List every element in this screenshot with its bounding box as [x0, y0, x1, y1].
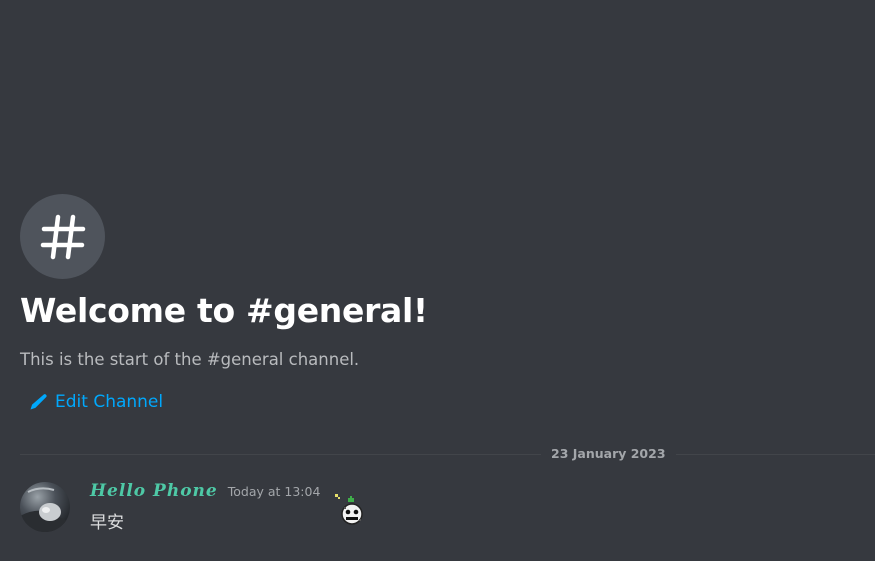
edit-channel-button[interactable]: Edit Channel	[28, 392, 163, 412]
welcome-subtitle: This is the start of the #general channe…	[20, 350, 360, 369]
message-author[interactable]: Hello Phone	[90, 481, 218, 501]
pencil-icon	[28, 393, 47, 412]
welcome-title: Welcome to #general!	[20, 291, 428, 330]
date-divider-line	[20, 454, 875, 455]
hashtag-icon	[40, 214, 85, 259]
channel-hashtag-icon	[20, 194, 105, 279]
message-header: Hello Phone Today at 13:04	[90, 481, 320, 501]
edit-channel-label: Edit Channel	[55, 392, 164, 412]
avatar-image	[20, 482, 70, 532]
sparkle-badge-icon	[334, 493, 368, 527]
message-content: 早安	[90, 513, 124, 533]
date-divider-label: 23 January 2023	[541, 446, 676, 462]
avatar[interactable]	[20, 482, 70, 532]
message-timestamp: Today at 13:04	[227, 484, 321, 499]
